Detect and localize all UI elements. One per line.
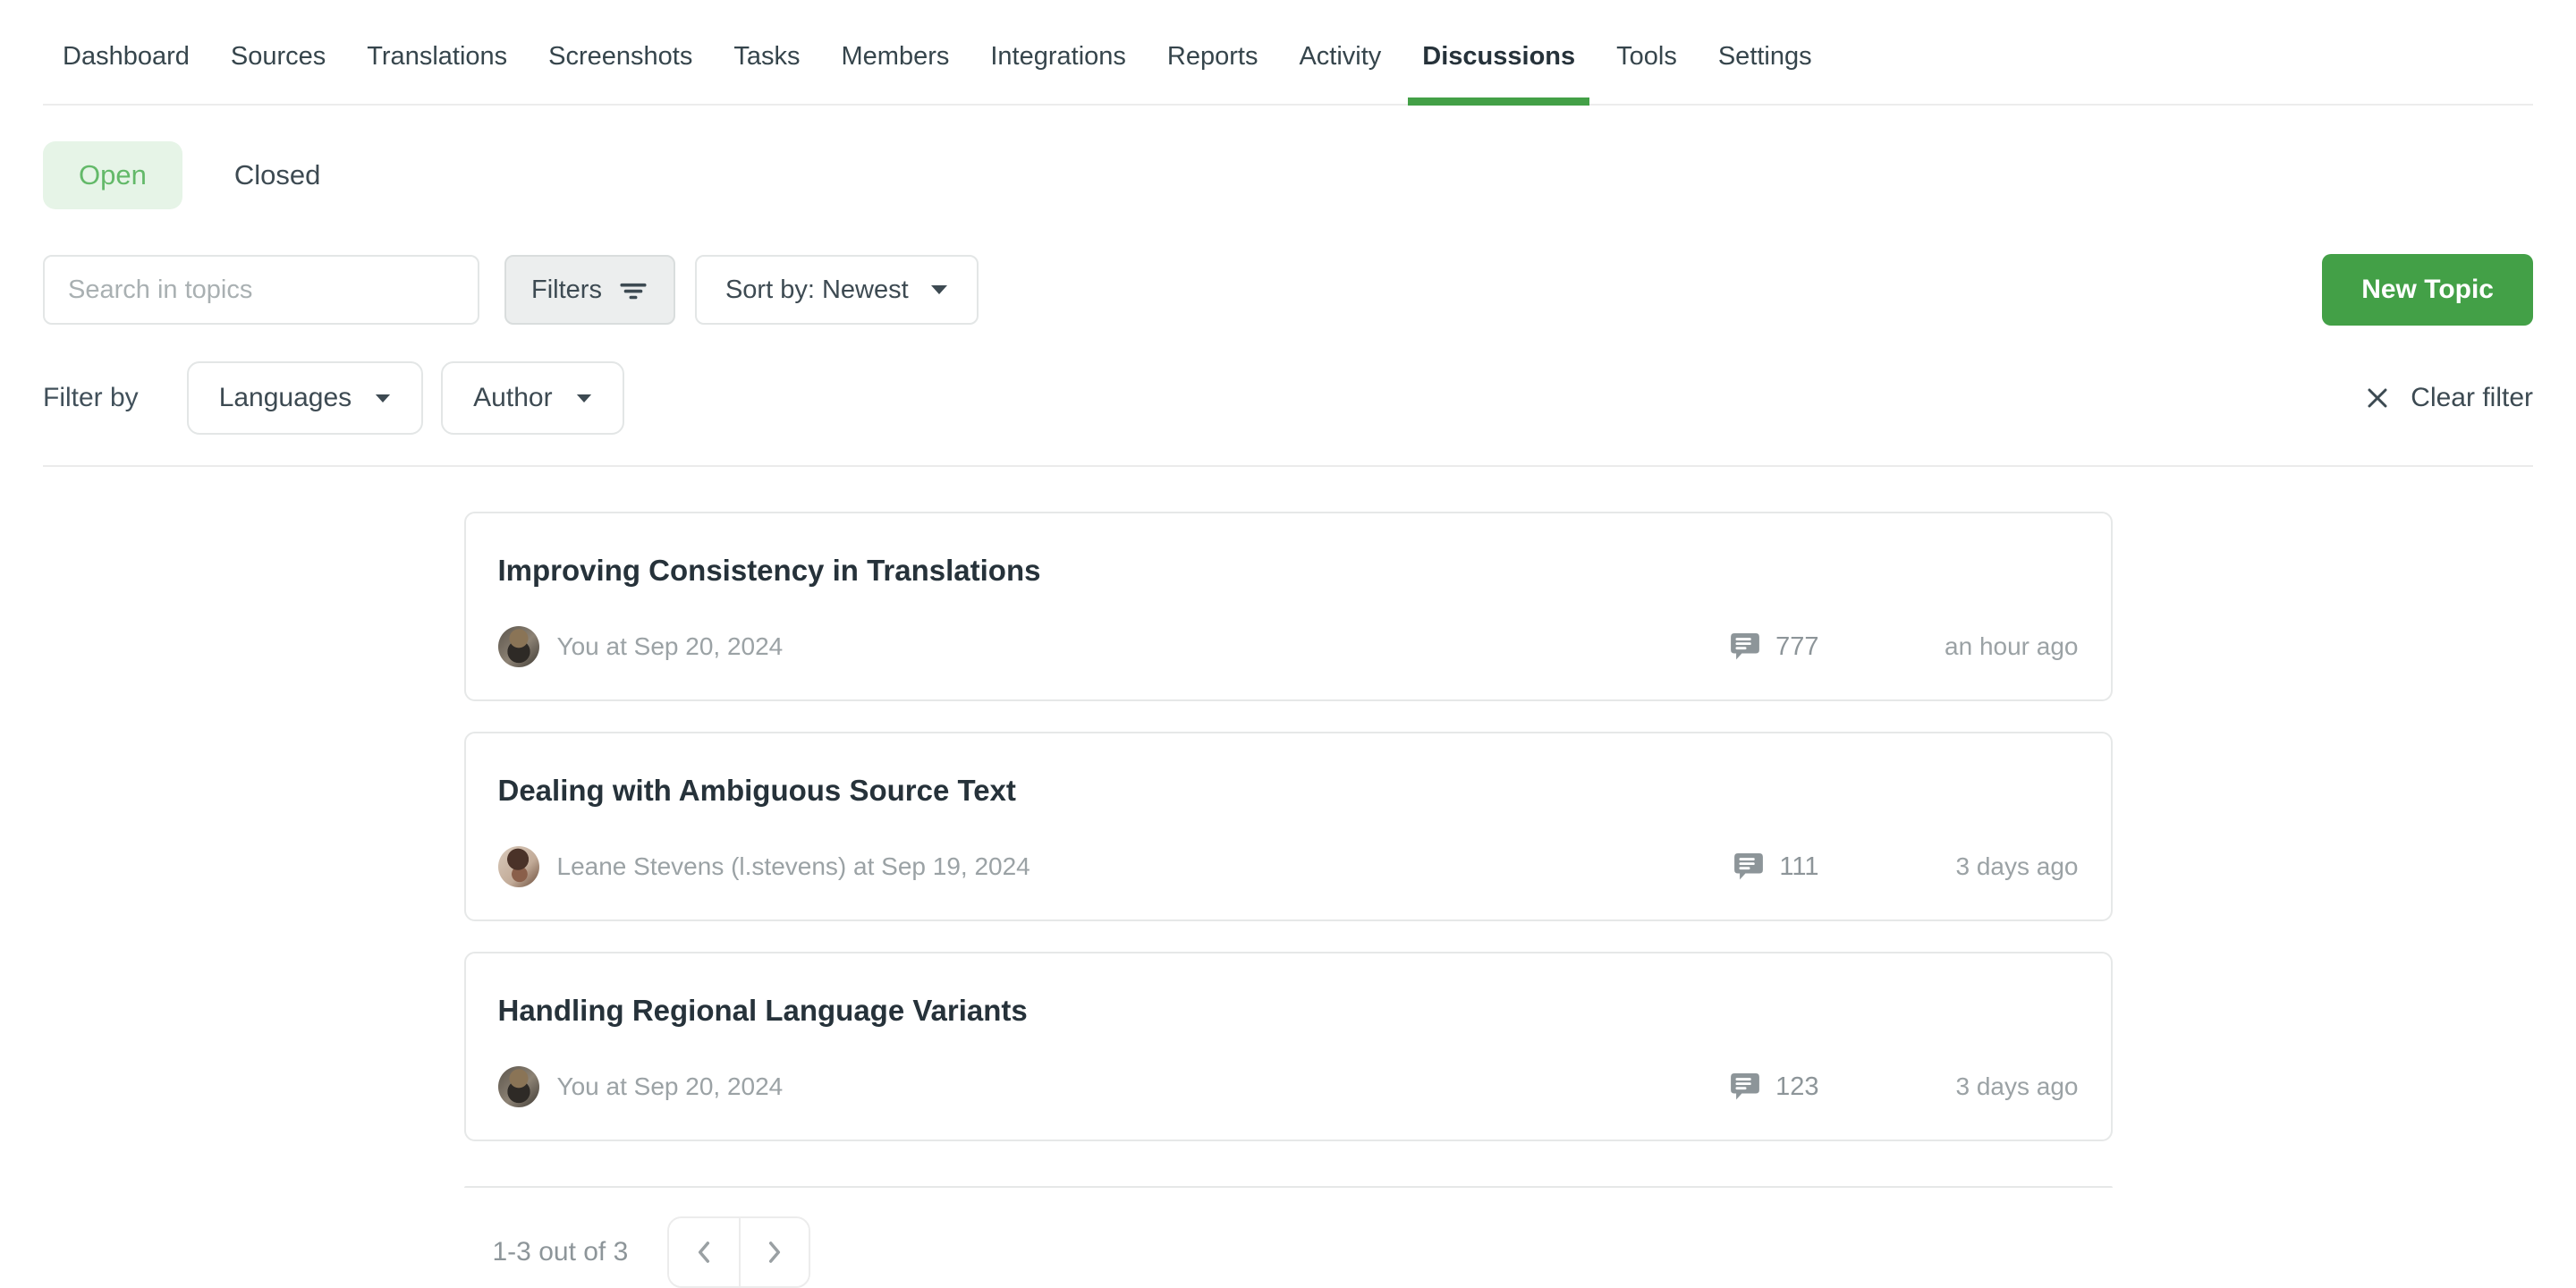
caret-down-icon xyxy=(930,284,948,295)
pager-buttons xyxy=(667,1216,810,1288)
new-topic-button[interactable]: New Topic xyxy=(2322,254,2533,326)
comment-count-group: 123 xyxy=(1729,1071,1818,1103)
author-avatar-man-with-glasses xyxy=(498,626,539,667)
nav-item-tasks[interactable]: Tasks xyxy=(733,0,800,104)
top-navigation: Dashboard Sources Translations Screenshots T… xyxy=(43,0,2533,106)
filter-lines-icon xyxy=(618,275,648,305)
nav-item-dashboard[interactable]: Dashboard xyxy=(63,0,190,104)
nav-item-activity[interactable]: Activity xyxy=(1299,0,1381,104)
comment-bubble-icon xyxy=(1729,1071,1761,1103)
chevron-right-icon xyxy=(765,1241,784,1264)
nav-item-tools[interactable]: Tools xyxy=(1616,0,1677,104)
discussion-title: Improving Consistency in Translations xyxy=(498,553,2079,589)
pagination: 1-3 out of 3 xyxy=(464,1216,2113,1288)
tab-closed[interactable]: Closed xyxy=(199,141,357,209)
nav-item-screenshots[interactable]: Screenshots xyxy=(548,0,692,104)
author-and-date: You at Sep 20, 2024 xyxy=(557,632,784,661)
filters-button-label: Filters xyxy=(531,275,602,305)
comment-bubble-icon xyxy=(1729,631,1761,663)
languages-dropdown-label: Languages xyxy=(219,383,352,413)
author-avatar-man-with-glasses xyxy=(498,1066,539,1107)
discussion-list: Improving Consistency in Translations Yo… xyxy=(464,512,2113,1141)
author-dropdown[interactable]: Author xyxy=(441,361,623,435)
discussion-card[interactable]: Dealing with Ambiguous Source Text Leane… xyxy=(464,732,2113,921)
filter-by-label: Filter by xyxy=(43,383,139,413)
discussion-meta-row: Leane Stevens (l.stevens) at Sep 19, 202… xyxy=(498,846,2079,887)
nav-item-members[interactable]: Members xyxy=(842,0,950,104)
next-page-cutoff xyxy=(464,1186,2113,1188)
filters-button[interactable]: Filters xyxy=(504,255,675,325)
search-input[interactable] xyxy=(43,255,479,325)
discussion-meta-row: You at Sep 20, 2024 777 an hour ago xyxy=(498,626,2079,667)
nav-items: Dashboard Sources Translations Screenshots T… xyxy=(43,0,2533,104)
caret-down-icon xyxy=(576,394,592,403)
comment-count: 123 xyxy=(1775,1072,1818,1102)
nav-item-sources[interactable]: Sources xyxy=(231,0,326,104)
last-activity-time: 3 days ago xyxy=(1819,1072,2079,1101)
status-tabs: Open Closed xyxy=(43,141,2533,209)
discussion-title: Dealing with Ambiguous Source Text xyxy=(498,773,2079,809)
nav-item-translations[interactable]: Translations xyxy=(367,0,507,104)
languages-dropdown[interactable]: Languages xyxy=(187,361,423,435)
clear-filter-button[interactable]: Clear filter xyxy=(2364,383,2533,413)
next-page-button[interactable] xyxy=(739,1218,809,1286)
caret-down-icon xyxy=(375,394,391,403)
last-activity-time: an hour ago xyxy=(1819,632,2079,661)
page-summary: 1-3 out of 3 xyxy=(493,1237,629,1267)
discussion-meta-row: You at Sep 20, 2024 123 3 days ago xyxy=(498,1066,2079,1107)
comment-count: 111 xyxy=(1779,852,1818,882)
author-dropdown-label: Author xyxy=(473,383,552,413)
close-icon xyxy=(2364,385,2391,411)
previous-page-button[interactable] xyxy=(669,1218,739,1286)
toolbar: Filters Sort by: Newest New Topic xyxy=(43,254,2533,326)
nav-item-integrations[interactable]: Integrations xyxy=(990,0,1126,104)
nav-item-discussions[interactable]: Discussions xyxy=(1422,0,1575,104)
chevron-left-icon xyxy=(694,1241,714,1264)
author-avatar-curly-haired-woman xyxy=(498,846,539,887)
sort-by-label: Sort by: Newest xyxy=(725,275,909,305)
comment-count-group: 111 xyxy=(1733,851,1818,883)
discussion-title: Handling Regional Language Variants xyxy=(498,993,2079,1029)
comment-count: 777 xyxy=(1775,632,1818,662)
clear-filter-label: Clear filter xyxy=(2411,383,2533,413)
nav-item-settings[interactable]: Settings xyxy=(1718,0,1812,104)
discussion-card[interactable]: Handling Regional Language Variants You … xyxy=(464,952,2113,1141)
comment-count-group: 777 xyxy=(1729,631,1818,663)
last-activity-time: 3 days ago xyxy=(1819,852,2079,881)
author-and-date: Leane Stevens (l.stevens) at Sep 19, 202… xyxy=(557,852,1030,881)
filter-bar: Filter by Languages Author Clear filter xyxy=(43,361,2533,467)
nav-item-reports[interactable]: Reports xyxy=(1167,0,1258,104)
discussion-card[interactable]: Improving Consistency in Translations Yo… xyxy=(464,512,2113,701)
comment-bubble-icon xyxy=(1733,851,1765,883)
sort-by-button[interactable]: Sort by: Newest xyxy=(695,255,979,325)
tab-open[interactable]: Open xyxy=(43,141,182,209)
author-and-date: You at Sep 20, 2024 xyxy=(557,1072,784,1101)
